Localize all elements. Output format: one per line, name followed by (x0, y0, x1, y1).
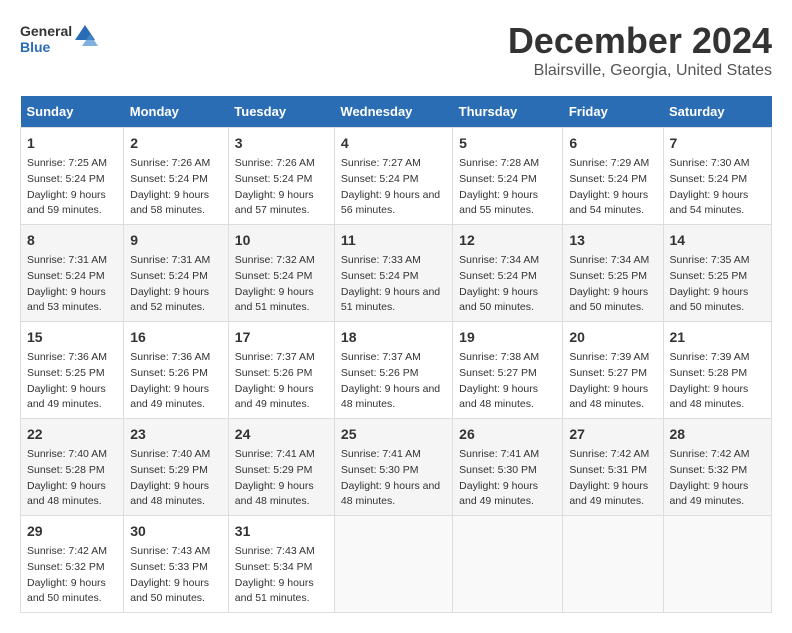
calendar-week-3: 15Sunrise: 7:36 AMSunset: 5:25 PMDayligh… (21, 322, 772, 419)
day-cell-14: 14Sunrise: 7:35 AMSunset: 5:25 PMDayligh… (663, 225, 772, 322)
day-cell-6: 6Sunrise: 7:29 AMSunset: 5:24 PMDaylight… (563, 128, 663, 225)
day-number: 4 (341, 133, 446, 154)
day-cell-20: 20Sunrise: 7:39 AMSunset: 5:27 PMDayligh… (563, 322, 663, 419)
empty-cell (563, 516, 663, 613)
day-cell-29: 29Sunrise: 7:42 AMSunset: 5:32 PMDayligh… (21, 516, 124, 613)
day-cell-5: 5Sunrise: 7:28 AMSunset: 5:24 PMDaylight… (453, 128, 563, 225)
day-cell-10: 10Sunrise: 7:32 AMSunset: 5:24 PMDayligh… (228, 225, 334, 322)
day-number: 28 (670, 424, 766, 445)
calendar-week-2: 8Sunrise: 7:31 AMSunset: 5:24 PMDaylight… (21, 225, 772, 322)
day-cell-7: 7Sunrise: 7:30 AMSunset: 5:24 PMDaylight… (663, 128, 772, 225)
day-cell-27: 27Sunrise: 7:42 AMSunset: 5:31 PMDayligh… (563, 419, 663, 516)
day-number: 9 (130, 230, 222, 251)
day-cell-30: 30Sunrise: 7:43 AMSunset: 5:33 PMDayligh… (124, 516, 229, 613)
day-number: 20 (569, 327, 656, 348)
main-title: December 2024 (508, 20, 772, 62)
calendar-week-1: 1Sunrise: 7:25 AMSunset: 5:24 PMDaylight… (21, 128, 772, 225)
day-number: 11 (341, 230, 446, 251)
day-number: 16 (130, 327, 222, 348)
column-header-tuesday: Tuesday (228, 96, 334, 128)
day-cell-22: 22Sunrise: 7:40 AMSunset: 5:28 PMDayligh… (21, 419, 124, 516)
day-number: 7 (670, 133, 766, 154)
day-cell-11: 11Sunrise: 7:33 AMSunset: 5:24 PMDayligh… (334, 225, 452, 322)
day-cell-4: 4Sunrise: 7:27 AMSunset: 5:24 PMDaylight… (334, 128, 452, 225)
column-header-friday: Friday (563, 96, 663, 128)
empty-cell (334, 516, 452, 613)
day-cell-12: 12Sunrise: 7:34 AMSunset: 5:24 PMDayligh… (453, 225, 563, 322)
day-number: 29 (27, 521, 117, 542)
day-cell-26: 26Sunrise: 7:41 AMSunset: 5:30 PMDayligh… (453, 419, 563, 516)
logo: General Blue (20, 20, 100, 65)
day-number: 23 (130, 424, 222, 445)
empty-cell (453, 516, 563, 613)
day-number: 1 (27, 133, 117, 154)
day-number: 26 (459, 424, 556, 445)
day-number: 5 (459, 133, 556, 154)
svg-text:General: General (20, 23, 72, 39)
day-cell-13: 13Sunrise: 7:34 AMSunset: 5:25 PMDayligh… (563, 225, 663, 322)
day-number: 6 (569, 133, 656, 154)
day-cell-2: 2Sunrise: 7:26 AMSunset: 5:24 PMDaylight… (124, 128, 229, 225)
day-cell-24: 24Sunrise: 7:41 AMSunset: 5:29 PMDayligh… (228, 419, 334, 516)
day-number: 3 (235, 133, 328, 154)
day-cell-8: 8Sunrise: 7:31 AMSunset: 5:24 PMDaylight… (21, 225, 124, 322)
day-number: 21 (670, 327, 766, 348)
day-cell-9: 9Sunrise: 7:31 AMSunset: 5:24 PMDaylight… (124, 225, 229, 322)
day-cell-15: 15Sunrise: 7:36 AMSunset: 5:25 PMDayligh… (21, 322, 124, 419)
day-cell-16: 16Sunrise: 7:36 AMSunset: 5:26 PMDayligh… (124, 322, 229, 419)
empty-cell (663, 516, 772, 613)
column-header-monday: Monday (124, 96, 229, 128)
day-number: 19 (459, 327, 556, 348)
day-number: 24 (235, 424, 328, 445)
day-cell-17: 17Sunrise: 7:37 AMSunset: 5:26 PMDayligh… (228, 322, 334, 419)
day-number: 17 (235, 327, 328, 348)
column-header-thursday: Thursday (453, 96, 563, 128)
title-area: December 2024 Blairsville, Georgia, Unit… (508, 20, 772, 80)
calendar-week-4: 22Sunrise: 7:40 AMSunset: 5:28 PMDayligh… (21, 419, 772, 516)
day-number: 14 (670, 230, 766, 251)
column-header-sunday: Sunday (21, 96, 124, 128)
day-cell-18: 18Sunrise: 7:37 AMSunset: 5:26 PMDayligh… (334, 322, 452, 419)
svg-text:Blue: Blue (20, 39, 51, 55)
day-number: 30 (130, 521, 222, 542)
day-cell-28: 28Sunrise: 7:42 AMSunset: 5:32 PMDayligh… (663, 419, 772, 516)
day-number: 2 (130, 133, 222, 154)
day-cell-21: 21Sunrise: 7:39 AMSunset: 5:28 PMDayligh… (663, 322, 772, 419)
calendar-week-5: 29Sunrise: 7:42 AMSunset: 5:32 PMDayligh… (21, 516, 772, 613)
header: General Blue December 2024 Blairsville, … (20, 20, 772, 80)
day-cell-3: 3Sunrise: 7:26 AMSunset: 5:24 PMDaylight… (228, 128, 334, 225)
day-number: 12 (459, 230, 556, 251)
day-number: 25 (341, 424, 446, 445)
logo-svg: General Blue (20, 20, 100, 65)
day-number: 22 (27, 424, 117, 445)
day-number: 27 (569, 424, 656, 445)
day-cell-23: 23Sunrise: 7:40 AMSunset: 5:29 PMDayligh… (124, 419, 229, 516)
day-cell-1: 1Sunrise: 7:25 AMSunset: 5:24 PMDaylight… (21, 128, 124, 225)
day-number: 18 (341, 327, 446, 348)
column-header-saturday: Saturday (663, 96, 772, 128)
day-cell-19: 19Sunrise: 7:38 AMSunset: 5:27 PMDayligh… (453, 322, 563, 419)
day-number: 31 (235, 521, 328, 542)
day-number: 13 (569, 230, 656, 251)
day-cell-25: 25Sunrise: 7:41 AMSunset: 5:30 PMDayligh… (334, 419, 452, 516)
column-header-wednesday: Wednesday (334, 96, 452, 128)
day-number: 10 (235, 230, 328, 251)
subtitle: Blairsville, Georgia, United States (508, 62, 772, 80)
calendar-header: SundayMondayTuesdayWednesdayThursdayFrid… (21, 96, 772, 128)
day-cell-31: 31Sunrise: 7:43 AMSunset: 5:34 PMDayligh… (228, 516, 334, 613)
day-number: 8 (27, 230, 117, 251)
calendar-table: SundayMondayTuesdayWednesdayThursdayFrid… (20, 96, 772, 613)
day-number: 15 (27, 327, 117, 348)
